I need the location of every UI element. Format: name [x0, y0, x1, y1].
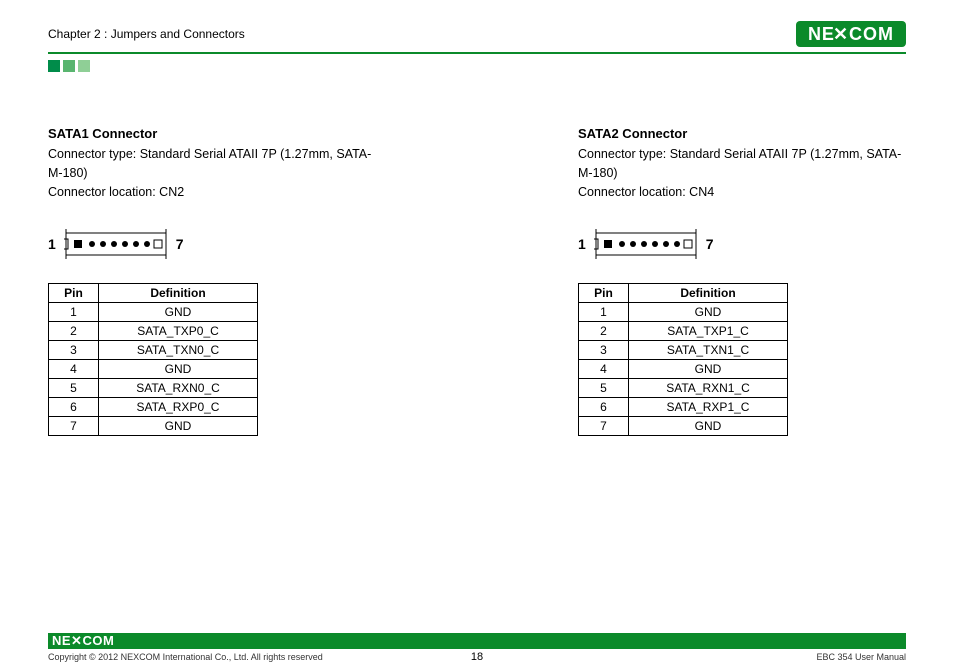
table-row: 4GND: [579, 360, 788, 379]
table-row: 2SATA_TXP0_C: [49, 322, 258, 341]
copyright-text: Copyright © 2012 NEXCOM International Co…: [48, 652, 323, 662]
connector-location: Connector location: CN4: [578, 183, 908, 202]
connector-location: Connector location: CN2: [48, 183, 378, 202]
manual-title: EBC 354 User Manual: [816, 652, 906, 662]
sata1-section: SATA1 Connector Connector type: Standard…: [48, 126, 378, 436]
decorative-squares-icon: [48, 60, 906, 72]
pin-label-left: 1: [578, 236, 586, 252]
table-row: 5SATA_RXN0_C: [49, 379, 258, 398]
table-row: 3SATA_TXN0_C: [49, 341, 258, 360]
pin-label-left: 1: [48, 236, 56, 252]
pinout-table: Pin Definition 1GND 2SATA_TXP0_C 3SATA_T…: [48, 283, 258, 436]
table-row: 7GND: [49, 417, 258, 436]
pinout-table: Pin Definition 1GND 2SATA_TXP1_C 3SATA_T…: [578, 283, 788, 436]
svg-text:NE✕COM: NE✕COM: [52, 633, 114, 647]
pin-label-right: 7: [176, 236, 184, 252]
connector-type: Connector type: Standard Serial ATAII 7P…: [578, 145, 908, 183]
table-row: 4GND: [49, 360, 258, 379]
table-row: 1GND: [579, 303, 788, 322]
connector-diagram-icon: [62, 229, 170, 259]
table-row: 6SATA_RXP1_C: [579, 398, 788, 417]
nexcom-footer-logo-icon: NE✕COM: [52, 633, 122, 650]
connector-type: Connector type: Standard Serial ATAII 7P…: [48, 145, 378, 183]
table-header-pin: Pin: [49, 284, 99, 303]
table-row: 1GND: [49, 303, 258, 322]
table-header-pin: Pin: [579, 284, 629, 303]
connector-diagram-icon: [592, 229, 700, 259]
section-heading: SATA2 Connector: [578, 126, 908, 141]
table-header-definition: Definition: [99, 284, 258, 303]
section-heading: SATA1 Connector: [48, 126, 378, 141]
header-divider: [48, 52, 906, 54]
page-number: 18: [471, 651, 483, 663]
nexcom-logo-icon: NE✕COM: [796, 21, 906, 47]
chapter-title: Chapter 2 : Jumpers and Connectors: [48, 27, 245, 41]
pin-label-right: 7: [706, 236, 714, 252]
footer-band: NE✕COM: [48, 633, 906, 649]
table-row: 7GND: [579, 417, 788, 436]
svg-text:NE✕COM: NE✕COM: [808, 24, 894, 44]
table-header-definition: Definition: [629, 284, 788, 303]
table-row: 6SATA_RXP0_C: [49, 398, 258, 417]
sata2-section: SATA2 Connector Connector type: Standard…: [578, 126, 908, 436]
table-row: 3SATA_TXN1_C: [579, 341, 788, 360]
table-row: 5SATA_RXN1_C: [579, 379, 788, 398]
table-row: 2SATA_TXP1_C: [579, 322, 788, 341]
